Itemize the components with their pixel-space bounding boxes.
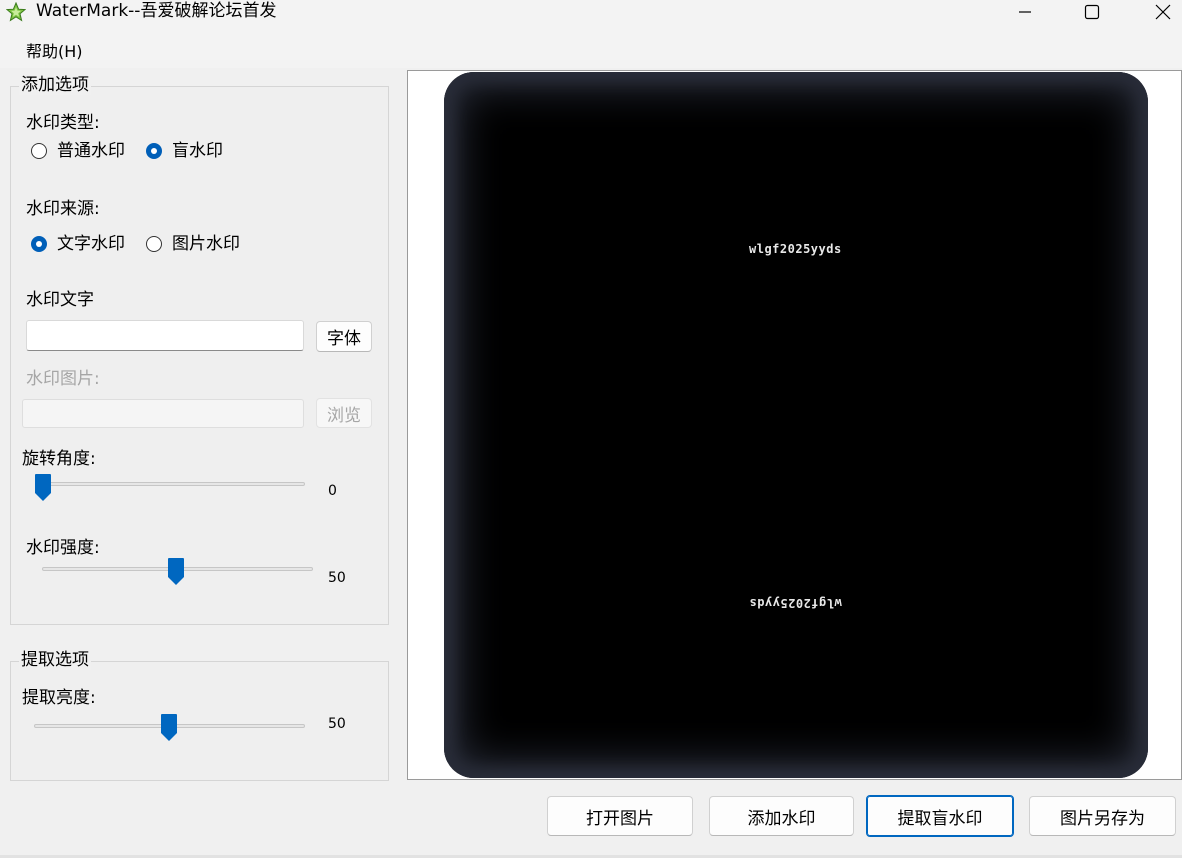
app-star-icon (5, 1, 27, 22)
rotation-slider-thumb[interactable] (34, 473, 52, 503)
brightness-label: 提取亮度: (22, 688, 96, 708)
menu-help[interactable]: 帮助(H) (26, 43, 83, 61)
extracted-watermark-text-mirrored: wlgf2025yyds (749, 596, 842, 610)
watermark-image-input[interactable] (22, 399, 304, 428)
save-image-as-button[interactable]: 图片另存为 (1029, 796, 1176, 836)
radio-label: 文字水印 (57, 234, 125, 254)
brightness-slider-thumb[interactable] (160, 713, 178, 743)
add-watermark-button[interactable]: 添加水印 (709, 796, 854, 836)
brightness-value: 50 (328, 716, 346, 732)
radio-blind-watermark[interactable]: 盲水印 (146, 141, 256, 163)
radio-image-watermark[interactable]: 图片水印 (146, 234, 256, 256)
extract-options-legend: 提取选项 (19, 650, 91, 670)
radio-text-watermark[interactable]: 文字水印 (31, 234, 141, 256)
rotation-label: 旋转角度: (22, 449, 96, 469)
close-button[interactable] (1133, 0, 1182, 24)
window-title: WaterMark--吾爱破解论坛首发 (36, 1, 277, 21)
watermark-text-input[interactable] (26, 320, 304, 351)
extracted-spectrum-image (444, 72, 1148, 778)
browse-button[interactable]: 浏览 (316, 398, 372, 428)
add-options-legend: 添加选项 (19, 75, 91, 95)
maximize-button[interactable] (1062, 0, 1122, 24)
radio-label: 盲水印 (172, 141, 223, 161)
watermark-type-label: 水印类型: (26, 113, 100, 133)
rotation-slider-track[interactable] (36, 482, 305, 486)
minimize-button[interactable] (995, 0, 1055, 24)
strength-slider-thumb[interactable] (167, 557, 185, 587)
menu-bar (0, 34, 1182, 68)
radio-normal-watermark[interactable]: 普通水印 (31, 141, 161, 163)
radio-label: 图片水印 (172, 234, 240, 254)
strength-value: 50 (328, 570, 346, 586)
minimize-icon (1019, 11, 1031, 13)
watermark-text-label: 水印文字 (26, 290, 94, 310)
strength-label: 水印强度: (26, 538, 100, 558)
extract-blind-watermark-button[interactable]: 提取盲水印 (866, 795, 1014, 837)
open-image-button[interactable]: 打开图片 (547, 796, 693, 836)
maximize-icon (1084, 4, 1100, 20)
watermark-image-label: 水印图片: (26, 369, 100, 389)
radio-circle[interactable] (31, 143, 47, 159)
extracted-watermark-text: wlgf2025yyds (749, 242, 842, 256)
close-icon (1155, 4, 1171, 20)
watermark-source-label: 水印来源: (26, 199, 100, 219)
radio-circle-checked[interactable] (146, 143, 162, 159)
rotation-value: 0 (328, 483, 337, 499)
radio-circle[interactable] (146, 236, 162, 252)
radio-circle-checked[interactable] (31, 236, 47, 252)
font-button[interactable]: 字体 (316, 321, 372, 352)
radio-label: 普通水印 (57, 141, 125, 161)
